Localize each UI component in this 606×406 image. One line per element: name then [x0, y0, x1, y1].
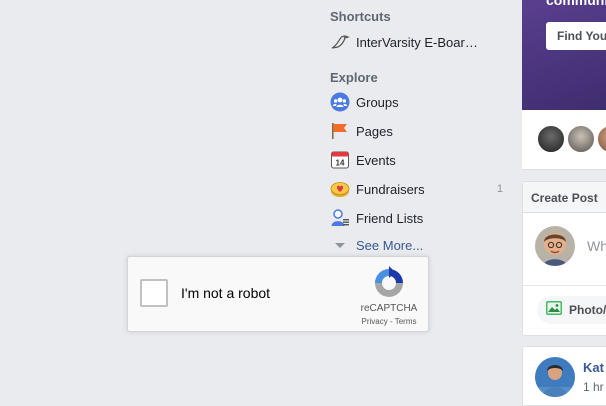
flag-icon: [330, 121, 350, 141]
shortcut-item-intervarsity[interactable]: InterVarsity E-Boar…: [330, 30, 510, 54]
explore-item-pages[interactable]: Pages: [330, 119, 510, 143]
post-author[interactable]: Kat: [583, 360, 604, 375]
friend-list-icon: [330, 208, 350, 228]
see-more-link[interactable]: See More...: [330, 233, 510, 257]
feed-post: Kat 1 hr: [522, 346, 606, 406]
shortcuts-heading: Shortcuts: [330, 9, 391, 24]
promo-banner: communi Find Your: [522, 0, 606, 110]
see-more-label: See More...: [356, 237, 424, 253]
groups-icon: [330, 92, 350, 112]
recaptcha-logo-icon: [375, 266, 403, 297]
calendar-day: 14: [336, 159, 345, 168]
explore-item-fundraisers[interactable]: Fundraisers 1: [330, 177, 510, 201]
explore-item-events[interactable]: 14 Events: [330, 148, 510, 172]
recaptcha-checkbox[interactable]: [140, 279, 168, 307]
recaptcha-widget: I'm not a robot reCAPTCHA Privacy - Term…: [127, 256, 429, 332]
friends-avatars: [522, 110, 606, 170]
fundraisers-count: 1: [496, 183, 503, 195]
bird-icon: [330, 32, 350, 52]
explore-item-friend-lists[interactable]: Friend Lists: [330, 206, 510, 230]
create-post-input[interactable]: Wh: [587, 238, 606, 254]
explore-label: Pages: [356, 123, 393, 139]
photo-icon: [545, 299, 563, 322]
avatar[interactable]: [536, 124, 566, 154]
avatar[interactable]: [535, 226, 575, 266]
promo-text: communi: [546, 0, 606, 8]
find-your-button[interactable]: Find Your: [546, 22, 606, 50]
explore-heading: Explore: [330, 70, 378, 85]
explore-label: Fundraisers: [356, 181, 425, 197]
explore-label: Groups: [356, 94, 399, 110]
avatar[interactable]: [596, 124, 606, 154]
explore-item-groups[interactable]: Groups: [330, 90, 510, 114]
heart-coin-icon: [330, 179, 350, 199]
divider: [523, 285, 606, 286]
post-timestamp[interactable]: 1 hr: [583, 380, 604, 394]
avatar[interactable]: [535, 357, 575, 397]
recaptcha-privacy-terms[interactable]: Privacy - Terms: [350, 317, 428, 326]
photo-video-button[interactable]: Photo/: [537, 296, 606, 324]
explore-label: Friend Lists: [356, 210, 424, 226]
create-post-header: Create Post: [523, 182, 606, 213]
create-post-card: Create Post Wh Photo/: [522, 181, 606, 336]
recaptcha-label: I'm not a robot: [181, 285, 271, 301]
explore-label: Events: [356, 152, 396, 168]
chevron-down-icon: [330, 235, 350, 255]
calendar-icon: 14: [330, 150, 350, 170]
recaptcha-brand: reCAPTCHA: [360, 303, 418, 314]
shortcut-label: InterVarsity E-Boar…: [356, 34, 478, 50]
photo-video-label: Photo/: [569, 303, 606, 317]
avatar[interactable]: [566, 124, 596, 154]
